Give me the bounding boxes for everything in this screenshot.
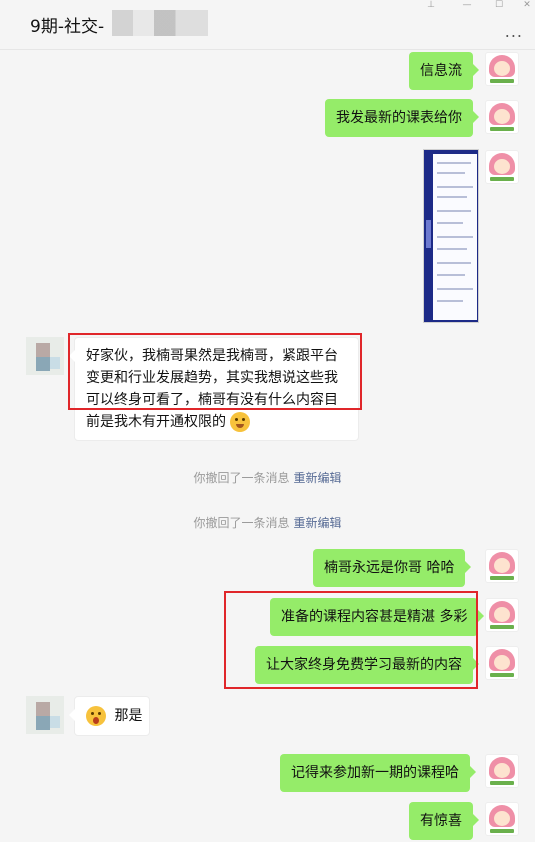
recall-notice: 你撤回了一条消息 重新编辑 — [193, 516, 342, 530]
avatar[interactable] — [485, 549, 519, 583]
avatar[interactable] — [485, 100, 519, 134]
avatar[interactable] — [485, 150, 519, 184]
message-text: 那是 — [114, 708, 143, 724]
blurred-title-suffix — [112, 10, 208, 36]
more-options-icon[interactable]: ... — [505, 22, 523, 41]
avatar[interactable] — [485, 802, 519, 836]
recall-notice: 你撤回了一条消息 重新编辑 — [193, 471, 342, 485]
avatar[interactable] — [485, 754, 519, 788]
message-bubble[interactable]: 楠哥永远是你哥 哈哈 — [313, 549, 472, 587]
highlight-box — [68, 333, 362, 410]
maximize-icon[interactable]: ☐ — [488, 0, 510, 10]
surprised-emoji-icon — [86, 706, 106, 726]
schedule-image-message[interactable] — [423, 149, 479, 323]
avatar[interactable] — [485, 52, 519, 86]
chat-header: 9期-社交- ⊥ — ☐ ✕ ... — [0, 0, 535, 50]
message-bubble[interactable]: 那是 — [69, 696, 150, 736]
pin-icon[interactable]: ⊥ — [420, 0, 442, 10]
message-bubble[interactable]: 我发最新的课表给你 — [325, 99, 479, 137]
highlight-box — [224, 591, 478, 689]
message-bubble[interactable]: 有惊喜 — [409, 802, 479, 840]
avatar[interactable] — [26, 337, 64, 375]
avatar[interactable] — [485, 646, 519, 680]
message-bubble[interactable]: 信息流 — [409, 52, 479, 90]
avatar[interactable] — [26, 696, 64, 734]
chat-title: 9期-社交- — [30, 17, 105, 37]
grin-emoji-icon — [230, 412, 251, 432]
message-bubble[interactable]: 记得来参加新一期的课程哈 — [280, 754, 476, 792]
avatar[interactable] — [485, 598, 519, 632]
close-icon[interactable]: ✕ — [516, 0, 535, 10]
minimize-icon[interactable]: — — [456, 0, 478, 10]
re-edit-link[interactable]: 重新编辑 — [294, 471, 342, 485]
re-edit-link[interactable]: 重新编辑 — [294, 516, 342, 530]
